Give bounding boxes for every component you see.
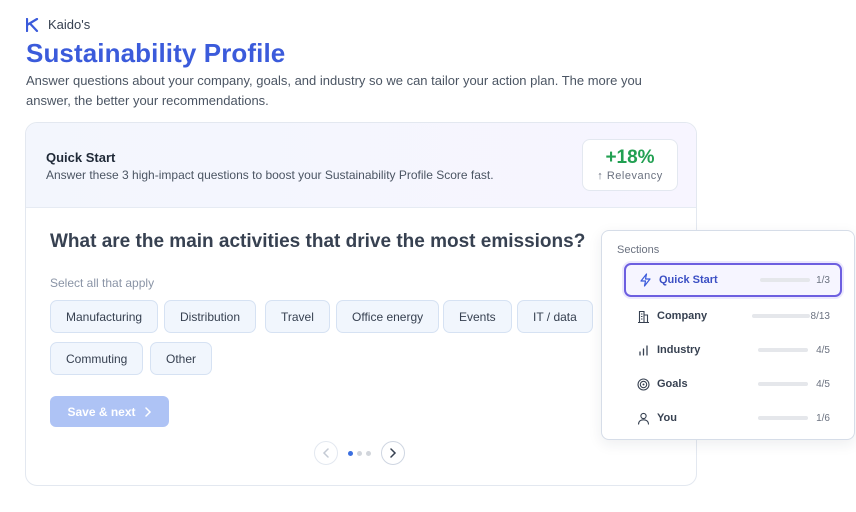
pager: [314, 441, 405, 465]
section-label: Company: [657, 310, 708, 322]
next-page-button[interactable]: [381, 441, 405, 465]
quick-start-title: Quick Start: [46, 150, 116, 165]
option-chip-office-energy[interactable]: Office energy: [336, 300, 440, 333]
quick-start-header: Quick Start Answer these 3 high-impact q…: [26, 123, 696, 208]
section-item-industry[interactable]: Industry 4/5: [624, 335, 840, 365]
section-item-you[interactable]: You 1/6: [624, 403, 840, 433]
section-item-company[interactable]: Company 8/13: [624, 301, 840, 331]
kaido-logo-icon: [26, 17, 39, 32]
save-next-label: Save & next: [67, 404, 136, 419]
brand: Kaido's: [26, 17, 90, 32]
question-hint: Select all that apply: [50, 276, 155, 290]
page-dot-3[interactable]: [366, 450, 371, 456]
save-next-button[interactable]: Save & next: [50, 396, 169, 427]
building-icon: [636, 309, 650, 323]
option-chip-it-data[interactable]: IT / data: [517, 300, 593, 333]
section-label: Quick Start: [659, 274, 718, 286]
relevancy-badge: +18% ↑ Relevancy: [582, 139, 678, 191]
section-item-goals[interactable]: Goals 4/5: [624, 369, 840, 399]
section-progress-bar: [758, 416, 808, 420]
brand-name: Kaido's: [48, 17, 91, 32]
option-chip-travel[interactable]: Travel: [265, 300, 330, 333]
relevancy-label: ↑ Relevancy: [597, 170, 663, 182]
target-icon: [636, 377, 650, 391]
option-chip-commuting[interactable]: Commuting: [50, 342, 144, 375]
prev-page-button[interactable]: [314, 441, 338, 465]
relevancy-value: +18%: [605, 147, 655, 168]
sections-panel: Sections Quick Start 1/3 Company 8/13 In…: [601, 230, 855, 440]
section-item-quick-start[interactable]: Quick Start 1/3: [624, 263, 842, 297]
section-progress-bar: [760, 278, 810, 282]
question-text: What are the main activities that drive …: [50, 231, 586, 252]
chevron-right-icon: [144, 406, 151, 417]
option-chip-other[interactable]: Other: [150, 342, 213, 375]
section-count: 4/5: [816, 378, 830, 390]
bar-chart-icon: [636, 343, 650, 357]
page-dots: [348, 450, 371, 456]
section-count: 8/13: [810, 310, 830, 322]
option-chip-distribution[interactable]: Distribution: [164, 300, 257, 333]
section-progress-bar: [758, 382, 808, 386]
section-label: You: [657, 412, 677, 424]
page-dot-1[interactable]: [348, 450, 353, 456]
chevron-right-icon: [390, 448, 397, 458]
page-subtitle: Answer questions about your company, goa…: [26, 73, 642, 108]
section-progress-bar: [758, 348, 808, 352]
page-title: Sustainability Profile: [26, 38, 286, 68]
user-icon: [636, 411, 650, 425]
section-label: Industry: [657, 344, 701, 356]
section-count: 4/5: [816, 344, 830, 356]
question-card: Quick Start Answer these 3 high-impact q…: [25, 122, 697, 486]
section-progress-bar: [752, 314, 810, 318]
section-label: Goals: [657, 378, 688, 390]
option-chip-manufacturing[interactable]: Manufacturing: [50, 300, 159, 333]
section-count: 1/6: [816, 412, 830, 424]
lightning-icon: [638, 273, 652, 287]
chevron-left-icon: [322, 448, 329, 458]
sections-title: Sections: [617, 244, 660, 256]
quick-start-description: Answer these 3 high-impact questions to …: [46, 168, 494, 182]
page-dot-2[interactable]: [357, 450, 362, 456]
option-chip-events[interactable]: Events: [443, 300, 512, 333]
section-count: 1/3: [816, 274, 830, 286]
